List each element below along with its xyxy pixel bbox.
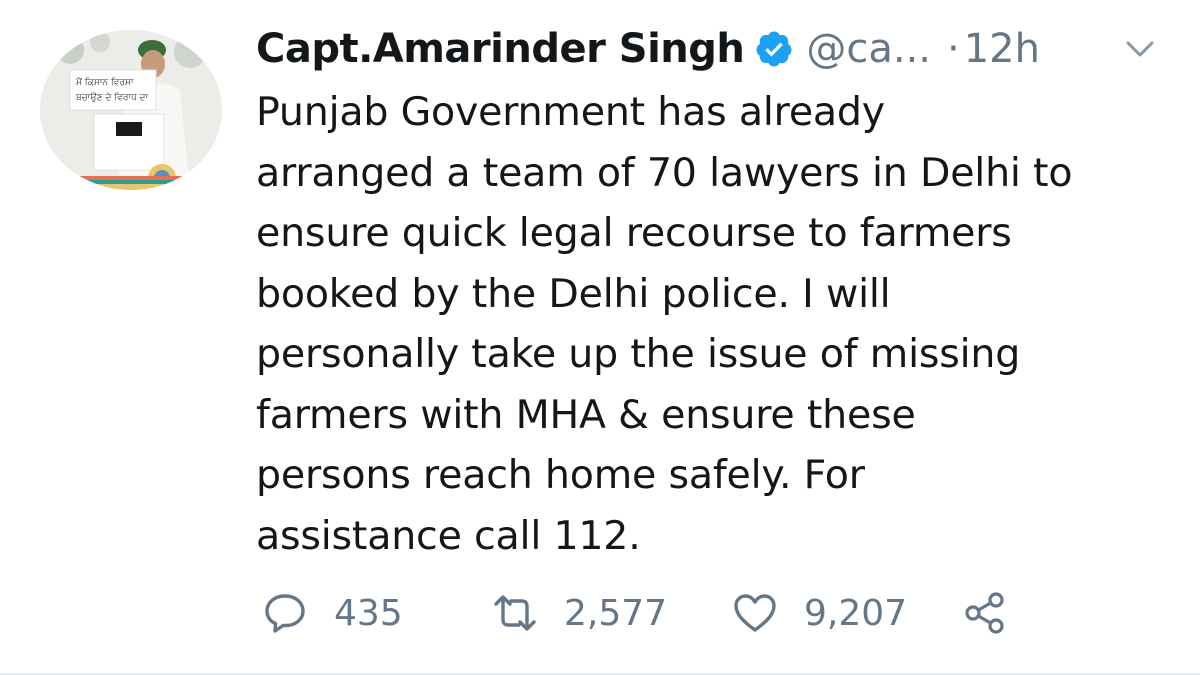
separator-dot: · (947, 26, 960, 72)
avatar[interactable]: ਮੈਂ ਕਿਸਾਨ ਵਿਰਸਾ ਬਚਾਉਣ ਦੇ ਵਿਰਾਧ ਦਾ (40, 30, 222, 190)
heart-icon (732, 590, 778, 636)
retweet-button[interactable]: 2,577 (492, 590, 732, 636)
avatar-sign-text-2: ਬਚਾਉਣ ਦੇ ਵਿਰਾਧ ਦਾ (75, 92, 148, 103)
like-button[interactable]: 9,207 (732, 590, 962, 636)
tweet-text: Punjab Government has already arranged a… (256, 89, 1073, 559)
retweet-icon (492, 590, 538, 636)
verified-badge-icon (754, 29, 794, 69)
retweet-count: 2,577 (564, 592, 668, 634)
share-icon (962, 590, 1008, 636)
tweet-header: Capt.Amarinder Singh @ca... · 12h (256, 18, 1160, 80)
tweet-actions: 435 2,577 9,207 (262, 585, 1008, 641)
display-name[interactable]: Capt.Amarinder Singh (256, 26, 745, 72)
timestamp[interactable]: 12h (964, 26, 1040, 72)
reply-count: 435 (334, 592, 403, 634)
share-button[interactable] (962, 590, 1008, 636)
like-count: 9,207 (804, 592, 908, 634)
chevron-down-icon[interactable] (1120, 29, 1160, 69)
handle[interactable]: @ca... (806, 26, 931, 72)
avatar-image: ਮੈਂ ਕਿਸਾਨ ਵਿਰਸਾ ਬਚਾਉਣ ਦੇ ਵਿਰਾਧ ਦਾ (40, 30, 222, 190)
avatar-sign-text-1: ਮੈਂ ਕਿਸਾਨ ਵਿਰਸਾ (75, 77, 134, 88)
reply-icon (262, 590, 308, 636)
tweet-card[interactable]: ਮੈਂ ਕਿਸਾਨ ਵਿਰਸਾ ਬਚਾਉਣ ਦੇ ਵਿਰਾਧ ਦਾ Capt.A… (0, 0, 1200, 675)
reply-button[interactable]: 435 (262, 590, 492, 636)
